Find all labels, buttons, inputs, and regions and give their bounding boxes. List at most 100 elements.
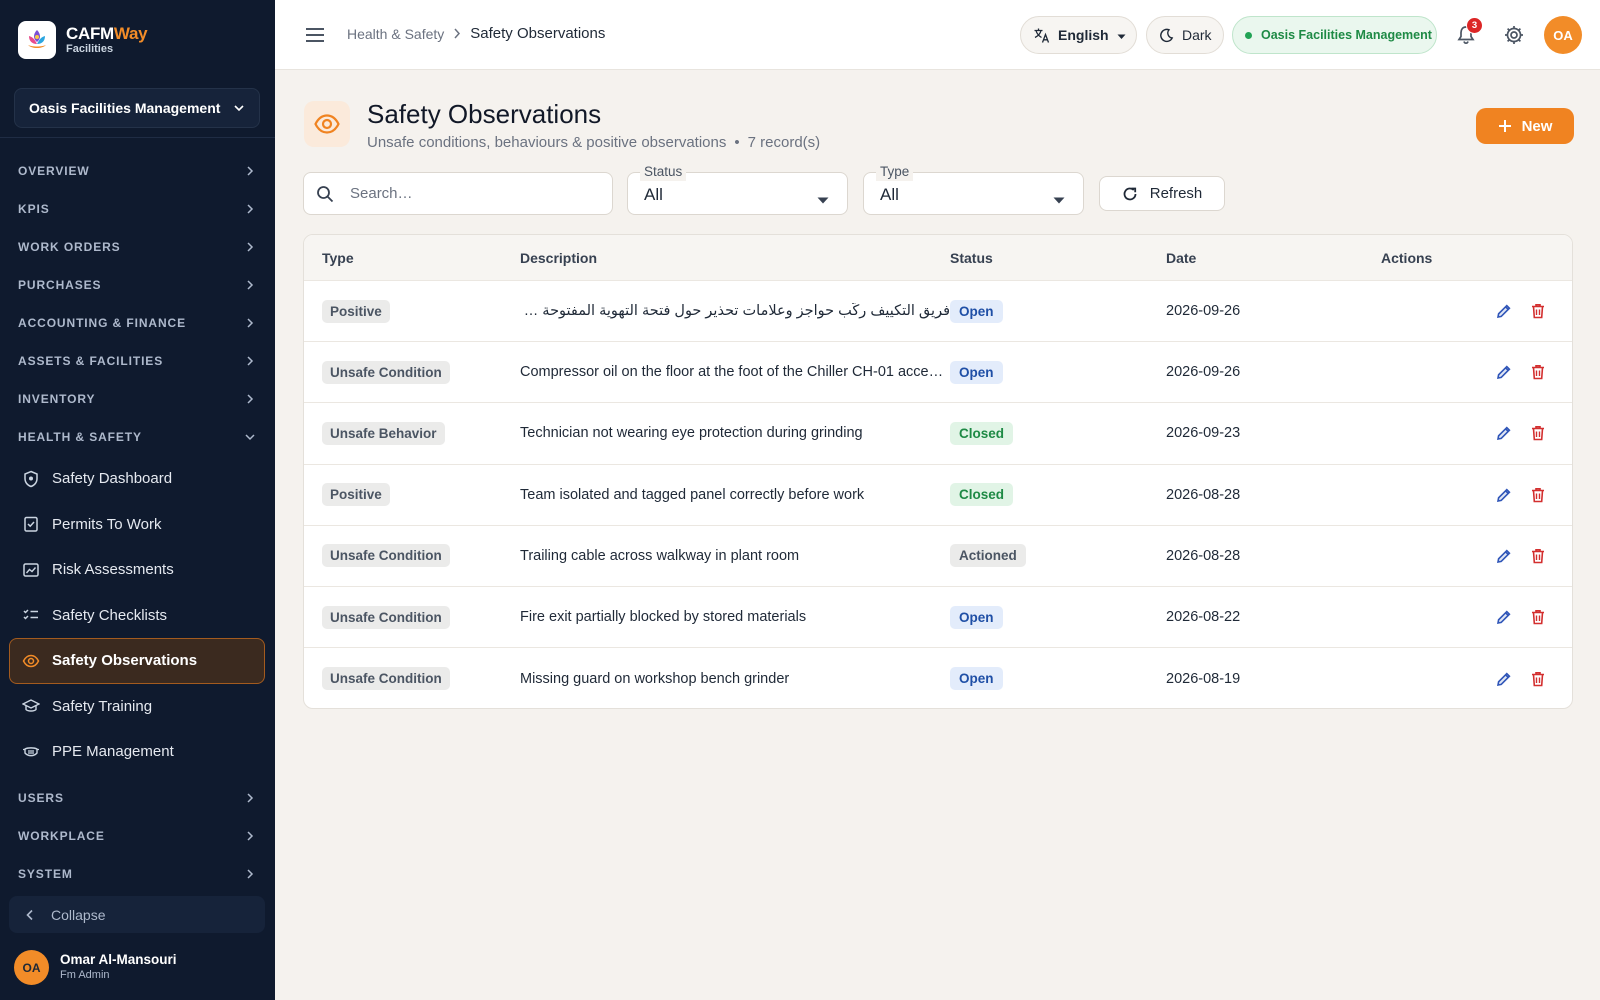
delete-icon[interactable] bbox=[1528, 669, 1548, 689]
top-header: Health & Safety Safety Observations Engl… bbox=[275, 0, 1600, 70]
edit-icon[interactable] bbox=[1494, 423, 1514, 443]
organization-select[interactable]: Oasis Facilities Management bbox=[14, 88, 260, 128]
table-row[interactable]: Unsafe Condition Missing guard on worksh… bbox=[304, 648, 1572, 708]
date-cell: 2026-08-28 bbox=[1166, 547, 1241, 564]
avatar: OA bbox=[14, 950, 49, 985]
column-header-date[interactable]: Date bbox=[1166, 250, 1381, 266]
nav-section-label: KPIS bbox=[18, 202, 50, 216]
table-row[interactable]: Positive فريق التكييف ركّب حواجز وعلامات… bbox=[304, 281, 1572, 343]
delete-icon[interactable] bbox=[1528, 301, 1548, 321]
sidebar-user[interactable]: OA Omar Al-Mansouri Fm Admin bbox=[14, 950, 177, 985]
mask-icon bbox=[22, 743, 40, 761]
nav-section-health-safety[interactable]: HEALTH & SAFETY bbox=[0, 418, 275, 456]
status-select[interactable]: Status All bbox=[627, 163, 848, 215]
table-row[interactable]: Unsafe Condition Fire exit partially blo… bbox=[304, 587, 1572, 649]
date-cell: 2026-08-19 bbox=[1166, 670, 1241, 687]
type-select[interactable]: Type All bbox=[863, 163, 1084, 215]
delete-icon[interactable] bbox=[1528, 423, 1548, 443]
user-name: Omar Al-Mansouri bbox=[60, 952, 177, 968]
nav-section-workplace[interactable]: WORKPLACE bbox=[0, 817, 275, 855]
moon-icon bbox=[1159, 28, 1174, 43]
nav-section-inventory[interactable]: INVENTORY bbox=[0, 380, 275, 418]
delete-icon[interactable] bbox=[1528, 607, 1548, 627]
organization-select-value: Oasis Facilities Management bbox=[29, 100, 221, 116]
chevron-right-icon bbox=[247, 356, 254, 366]
delete-icon[interactable] bbox=[1528, 485, 1548, 505]
description-cell: Team isolated and tagged panel correctly… bbox=[520, 486, 865, 503]
sidebar-item-label: PPE Management bbox=[52, 743, 174, 761]
nav-section-accounting[interactable]: ACCOUNTING & FINANCE bbox=[0, 304, 275, 342]
new-observation-button[interactable]: New bbox=[1476, 108, 1574, 144]
sidebar-item-label: Safety Checklists bbox=[52, 606, 168, 624]
chevron-right-icon bbox=[247, 242, 254, 252]
new-button-label: New bbox=[1521, 117, 1553, 135]
nav-section-label: WORKPLACE bbox=[18, 828, 105, 843]
sidebar-item-safety-checklists[interactable]: Safety Checklists bbox=[0, 593, 275, 639]
collapse-sidebar-button[interactable]: Collapse bbox=[9, 896, 265, 933]
organization-status-label: Oasis Facilities Management bbox=[1261, 28, 1432, 42]
nav-section-overview[interactable]: OVERVIEW bbox=[0, 152, 275, 190]
nav-section-assets[interactable]: ASSETS & FACILITIES bbox=[0, 342, 275, 380]
description-cell: Missing guard on workshop bench grinder bbox=[520, 670, 790, 687]
brand-subtitle: Facilities bbox=[66, 43, 114, 56]
sidebar-item-permits-to-work[interactable]: Permits To Work bbox=[0, 502, 275, 548]
table-row[interactable]: Unsafe Behavior Technician not wearing e… bbox=[304, 403, 1572, 465]
table-row[interactable]: Unsafe Condition Trailing cable across w… bbox=[304, 526, 1572, 587]
nav-section-kpis[interactable]: KPIS bbox=[0, 190, 275, 228]
column-header-status[interactable]: Status bbox=[950, 250, 1166, 266]
brand[interactable]: CAFMWay Facilities bbox=[18, 20, 148, 60]
column-header-description[interactable]: Description bbox=[520, 250, 950, 266]
sidebar-item-ppe-management[interactable]: PPE Management bbox=[0, 729, 275, 775]
search-field[interactable] bbox=[303, 172, 613, 215]
page-title: Safety Observations bbox=[367, 99, 602, 129]
sidebar-item-safety-dashboard[interactable]: Safety Dashboard bbox=[0, 456, 275, 502]
table-row[interactable]: Positive Team isolated and tagged panel … bbox=[304, 465, 1572, 526]
sidebar-item-label: Safety Observations bbox=[52, 652, 198, 670]
edit-icon[interactable] bbox=[1494, 607, 1514, 627]
organization-status-badge[interactable]: Oasis Facilities Management bbox=[1232, 16, 1437, 54]
edit-icon[interactable] bbox=[1494, 669, 1514, 689]
nav-section-system[interactable]: SYSTEM bbox=[0, 855, 275, 893]
sidebar-item-label: Risk Assessments bbox=[52, 561, 174, 579]
edit-icon[interactable] bbox=[1494, 485, 1514, 505]
chevron-down-icon bbox=[245, 434, 255, 441]
chevron-right-icon bbox=[247, 280, 254, 290]
edit-icon[interactable] bbox=[1494, 301, 1514, 321]
nav-section-users[interactable]: USERS bbox=[0, 779, 275, 817]
column-header-type[interactable]: Type bbox=[304, 250, 520, 266]
date-cell: 2026-08-22 bbox=[1166, 609, 1241, 626]
dark-mode-toggle[interactable]: Dark bbox=[1146, 16, 1224, 54]
table-row[interactable]: Unsafe Condition Compressor oil on the f… bbox=[304, 342, 1572, 404]
sidebar-nav: OVERVIEW KPIS WORK ORDERS PURCHASES ACCO… bbox=[0, 152, 275, 893]
menu-icon[interactable] bbox=[303, 23, 327, 47]
sidebar-item-risk-assessments[interactable]: Risk Assessments bbox=[0, 547, 275, 593]
delete-icon[interactable] bbox=[1528, 362, 1548, 382]
sidebar-item-safety-observations[interactable]: Safety Observations bbox=[9, 638, 265, 684]
description-cell: Trailing cable across walkway in plant r… bbox=[520, 547, 800, 564]
nav-section-label: OVERVIEW bbox=[18, 164, 90, 178]
nav-section-work-orders[interactable]: WORK ORDERS bbox=[0, 228, 275, 266]
chevron-right-icon bbox=[247, 830, 254, 841]
delete-icon[interactable] bbox=[1528, 546, 1548, 566]
breadcrumb-parent[interactable]: Health & Safety bbox=[347, 26, 444, 42]
type-chip: Unsafe Condition bbox=[322, 667, 450, 691]
gear-icon[interactable] bbox=[1503, 24, 1525, 46]
refresh-button[interactable]: Refresh bbox=[1099, 176, 1225, 211]
sidebar-item-safety-training[interactable]: Safety Training bbox=[0, 684, 275, 730]
chevron-right-icon bbox=[247, 318, 254, 328]
eye-icon bbox=[22, 652, 40, 670]
type-chip: Unsafe Condition bbox=[322, 544, 450, 568]
search-input[interactable] bbox=[350, 185, 590, 202]
description-cell: Compressor oil on the floor at the foot … bbox=[520, 364, 950, 381]
description-cell: Fire exit partially blocked by stored ma… bbox=[520, 609, 807, 626]
chevron-right-icon bbox=[247, 792, 254, 803]
avatar[interactable]: OA bbox=[1544, 16, 1582, 54]
chevron-right-icon bbox=[247, 394, 254, 404]
language-select[interactable]: English bbox=[1020, 16, 1137, 54]
breadcrumb: Health & Safety Safety Observations bbox=[347, 25, 605, 42]
page-subtitle: Unsafe conditions, behaviours & positive… bbox=[367, 134, 820, 151]
description-cell: Technician not wearing eye protection du… bbox=[520, 425, 863, 442]
edit-icon[interactable] bbox=[1494, 362, 1514, 382]
edit-icon[interactable] bbox=[1494, 546, 1514, 566]
nav-section-purchases[interactable]: PURCHASES bbox=[0, 266, 275, 304]
